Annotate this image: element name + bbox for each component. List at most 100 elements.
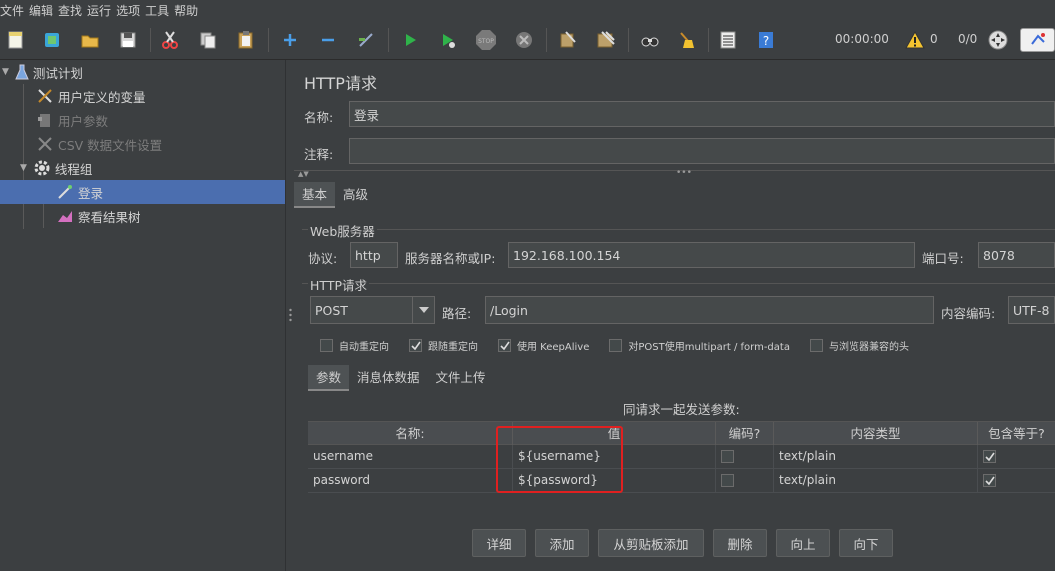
multipart-label: 对POST使用multipart / form-data xyxy=(628,342,790,353)
open-icon[interactable] xyxy=(78,28,102,52)
keepalive-checkbox[interactable] xyxy=(498,339,511,352)
tab-files-upload[interactable]: 文件上传 xyxy=(428,365,494,391)
start-icon[interactable] xyxy=(398,28,422,52)
collapse-arrow-icon[interactable]: ▼ xyxy=(20,163,27,173)
warning-icon[interactable] xyxy=(903,28,927,52)
encode-checkbox[interactable] xyxy=(721,450,734,463)
add-button[interactable]: 添加 xyxy=(535,529,589,557)
page-title: HTTP请求 xyxy=(304,74,377,93)
browser-headers-checkbox[interactable] xyxy=(809,339,823,352)
tree-item-user-defined-vars[interactable]: 用户定义的变量 xyxy=(0,84,285,108)
protocol-label: 协议: xyxy=(308,251,338,266)
param-tabs: 参数 消息体数据 文件上传 xyxy=(308,365,494,391)
menu-file[interactable]: 文件 xyxy=(0,2,27,19)
encoding-input[interactable]: UTF-8 xyxy=(1008,296,1055,324)
delete-button[interactable]: 删除 xyxy=(713,529,767,557)
method-select[interactable]: POST xyxy=(310,296,435,324)
follow-redirects-checkbox[interactable] xyxy=(409,339,422,352)
tab-body-data[interactable]: 消息体数据 xyxy=(349,365,428,391)
splitter-grip-icon[interactable] xyxy=(289,308,292,322)
cut-icon[interactable] xyxy=(158,28,182,52)
shutdown-icon[interactable] xyxy=(512,28,536,52)
function-helper-icon[interactable] xyxy=(716,28,740,52)
paste-icon[interactable] xyxy=(234,28,258,52)
move-up-button[interactable]: 向上 xyxy=(776,529,830,557)
include-equals-checkbox[interactable] xyxy=(983,450,996,463)
tree-item-thread-group[interactable]: ▼ 线程组 xyxy=(0,156,285,180)
column-encode[interactable]: 编码? xyxy=(716,422,774,446)
expand-icon[interactable] xyxy=(278,28,302,52)
comment-label: 注释: xyxy=(304,147,334,162)
encode-checkbox[interactable] xyxy=(721,474,734,487)
menu-search[interactable]: 查找 xyxy=(58,2,85,19)
column-include-equals[interactable]: 包含等于? xyxy=(978,422,1055,446)
tree-item-results-tree[interactable]: 察看结果树 xyxy=(0,204,285,228)
tree-item-login[interactable]: 登录 xyxy=(0,180,285,204)
chevron-down-icon[interactable] xyxy=(412,297,434,323)
param-content-type-cell[interactable]: text/plain xyxy=(774,469,978,493)
add-from-clipboard-button[interactable]: 从剪贴板添加 xyxy=(598,529,704,557)
comment-input[interactable] xyxy=(349,138,1055,164)
collapse-bar[interactable]: ▲▼ ••• xyxy=(294,168,1055,180)
copy-icon[interactable] xyxy=(196,28,220,52)
collapse-arrow-icon[interactable]: ▼ xyxy=(2,67,9,77)
warning-count: 0 xyxy=(930,32,938,46)
drag-handle-icon[interactable]: ••• xyxy=(676,168,692,178)
menu-options[interactable]: 选项 xyxy=(116,2,143,19)
table-row[interactable]: password ${password} text/plain xyxy=(308,469,1055,493)
flask-icon xyxy=(15,64,29,80)
menu-help[interactable]: 帮助 xyxy=(174,2,201,19)
column-name[interactable]: 名称: xyxy=(308,422,513,446)
annotation-highlight-box xyxy=(496,426,623,493)
tab-parameters[interactable]: 参数 xyxy=(308,365,350,391)
clear-icon[interactable] xyxy=(556,28,580,52)
stop-icon[interactable]: STOP xyxy=(474,28,498,52)
name-label: 名称: xyxy=(304,110,334,125)
clear-all-icon[interactable] xyxy=(594,28,618,52)
panel-splitter[interactable] xyxy=(285,60,294,571)
tree-item-test-plan[interactable]: ▼ 测试计划 xyxy=(0,60,285,84)
tree-item-user-params[interactable]: 用户参数 xyxy=(0,108,285,132)
tab-advanced[interactable]: 高级 xyxy=(335,182,376,208)
thread-count: 0/0 xyxy=(958,32,978,46)
param-include-equals-cell xyxy=(978,469,1055,493)
multipart-checkbox[interactable] xyxy=(609,339,623,352)
param-name-cell[interactable]: password xyxy=(308,469,513,493)
server-input[interactable]: 192.168.100.154 xyxy=(508,242,915,268)
param-name-cell[interactable]: username xyxy=(308,445,513,469)
wrench-icon xyxy=(36,135,54,153)
auto-redirect-checkbox[interactable] xyxy=(320,339,333,352)
include-equals-checkbox[interactable] xyxy=(983,474,996,487)
remote-icon[interactable] xyxy=(986,28,1010,52)
port-input[interactable]: 8078 xyxy=(978,242,1055,268)
detail-button[interactable]: 详细 xyxy=(472,529,526,557)
tab-basic[interactable]: 基本 xyxy=(294,182,336,208)
path-input[interactable]: /Login xyxy=(485,296,934,324)
new-icon[interactable] xyxy=(4,28,28,52)
auto-redirect-label: 自动重定向 xyxy=(339,342,389,353)
move-down-button[interactable]: 向下 xyxy=(839,529,893,557)
collapse-icon[interactable] xyxy=(316,28,340,52)
reset-search-icon[interactable] xyxy=(674,28,698,52)
tree-item-csv-config[interactable]: CSV 数据文件设置 xyxy=(0,132,285,156)
menu-run[interactable]: 运行 xyxy=(87,2,114,19)
toggle-icon[interactable] xyxy=(354,28,378,52)
help-icon[interactable]: ? xyxy=(754,28,778,52)
collapse-arrows-icon[interactable]: ▲▼ xyxy=(298,170,309,178)
search-icon[interactable] xyxy=(638,28,662,52)
protocol-input[interactable]: http xyxy=(350,242,398,268)
table-row[interactable]: username ${username} text/plain xyxy=(308,445,1055,469)
menu-tools[interactable]: 工具 xyxy=(145,2,172,19)
column-content-type[interactable]: 内容类型 xyxy=(774,422,978,446)
save-icon[interactable] xyxy=(116,28,140,52)
follow-redirects-label: 跟随重定向 xyxy=(428,342,478,353)
param-content-type-cell[interactable]: text/plain xyxy=(774,445,978,469)
menu-edit[interactable]: 编辑 xyxy=(29,2,56,19)
param-include-equals-cell xyxy=(978,445,1055,469)
log-viewer-icon[interactable] xyxy=(1020,28,1055,52)
server-label: 服务器名称或IP: xyxy=(405,251,496,266)
templates-icon[interactable] xyxy=(40,28,64,52)
name-input[interactable]: 登录 xyxy=(349,101,1055,127)
start-no-pause-icon[interactable] xyxy=(436,28,460,52)
path-label: 路径: xyxy=(442,306,472,321)
